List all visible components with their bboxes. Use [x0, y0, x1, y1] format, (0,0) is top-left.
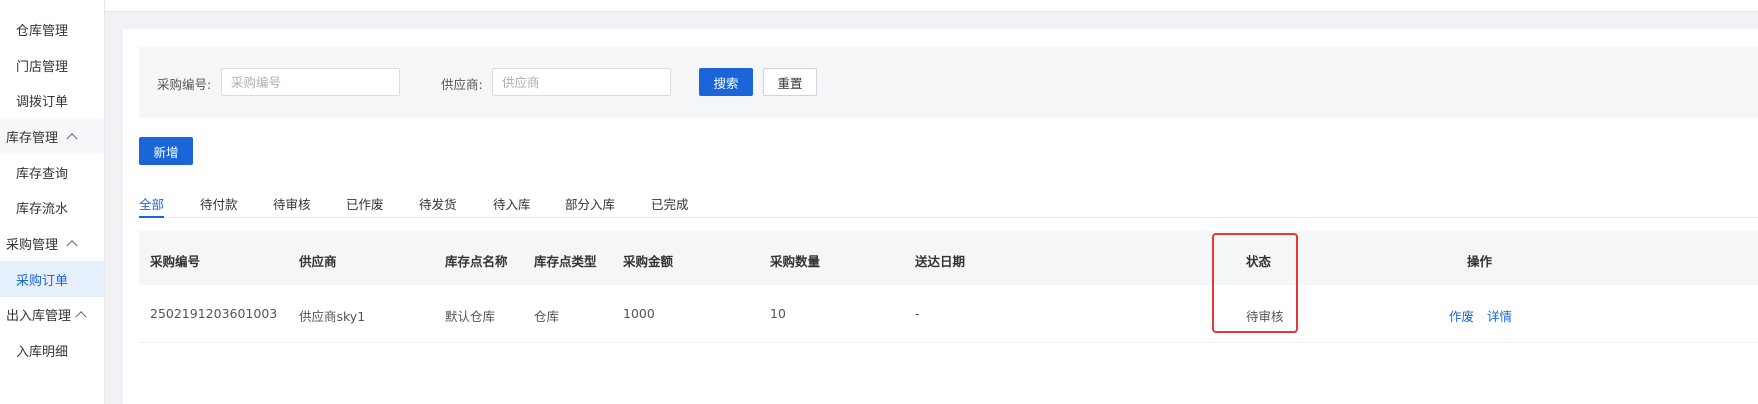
void-link[interactable]: 作废	[1449, 306, 1474, 325]
sidebar-group-label: 库存管理	[6, 130, 59, 146]
tab-all[interactable]: 全部	[139, 194, 165, 218]
column-header: 库存点类型	[534, 254, 597, 269]
tab-voided[interactable]: 已作废	[346, 194, 384, 216]
tab-partial-inbound[interactable]: 部分入库	[565, 194, 615, 216]
sidebar-group-stock-io[interactable]: 出入库管理	[0, 296, 104, 332]
tab-pending-review[interactable]: 待审核	[273, 194, 311, 216]
sidebar-item-inbound-detail[interactable]: 入库明细	[0, 332, 104, 368]
sidebar-item-label: 库存查询	[16, 166, 69, 182]
tab-pending-shipment[interactable]: 待发货	[419, 194, 457, 216]
status-tabs: 全部 待付款 待审核 已作废 待发货 待入库 部分入库 已完成	[139, 189, 1758, 218]
search-button[interactable]: 搜索	[699, 68, 753, 96]
cell-stock-point-name: 默认仓库	[445, 309, 496, 324]
sidebar-item-purchase-order[interactable]: 采购订单	[0, 261, 104, 297]
table-header: 采购编号 供应商 库存点名称 库存点类型 采购金额 采购数量 送达日期 状态 操…	[139, 231, 1758, 285]
status-badge: 待审核	[1246, 309, 1284, 324]
sidebar-item-label: 采购订单	[16, 273, 69, 289]
sidebar: 仓库管理 门店管理 调拨订单 库存管理 库存查询 库存流水 采购管理 采购订单 …	[0, 0, 105, 404]
detail-link[interactable]: 详情	[1487, 306, 1512, 325]
sidebar-item-warehouse[interactable]: 仓库管理	[0, 11, 104, 47]
cell-delivery-date: -	[915, 306, 920, 321]
sidebar-item-label: 入库明细	[16, 344, 69, 360]
purchase-no-label: 采购编号:	[157, 77, 212, 92]
cell-purchase-no: 2502191203601003	[150, 306, 278, 321]
column-header: 库存点名称	[445, 254, 508, 269]
column-header: 送达日期	[915, 254, 966, 269]
column-header: 操作	[1467, 254, 1493, 269]
supplier-label: 供应商:	[441, 77, 483, 92]
sidebar-item-label: 库存流水	[16, 201, 69, 217]
filter-bar: 采购编号: 供应商: 搜索 重置	[139, 47, 1758, 118]
cell-stock-point-type: 仓库	[534, 309, 560, 324]
sidebar-group-label: 出入库管理	[6, 308, 72, 324]
main-content: 采购编号: 供应商: 搜索 重置 新增 全部 待付款 待审核 已作废 待发货 待…	[123, 29, 1758, 404]
column-header: 采购金额	[623, 254, 674, 269]
cell-amount: 1000	[623, 306, 655, 321]
sidebar-item-inventory-query[interactable]: 库存查询	[0, 154, 104, 190]
sidebar-item-label: 门店管理	[16, 59, 69, 75]
tab-pending-payment[interactable]: 待付款	[200, 194, 238, 216]
tab-pending-inbound[interactable]: 待入库	[493, 194, 531, 216]
cell-supplier: 供应商sky1	[299, 309, 366, 324]
top-header-strip	[105, 0, 1758, 12]
chevron-up-icon	[75, 311, 87, 323]
sidebar-item-label: 仓库管理	[16, 23, 69, 39]
column-header: 状态	[1246, 254, 1272, 269]
column-header: 采购数量	[770, 254, 821, 269]
column-header: 采购编号	[150, 254, 201, 269]
chevron-up-icon	[66, 240, 78, 252]
tab-completed[interactable]: 已完成	[651, 194, 689, 216]
add-button[interactable]: 新增	[139, 137, 193, 165]
sidebar-item-label: 调拨订单	[16, 94, 69, 110]
sidebar-item-inventory-flow[interactable]: 库存流水	[0, 189, 104, 225]
cell-quantity: 10	[770, 306, 786, 321]
sidebar-group-label: 采购管理	[6, 237, 59, 253]
table-row: 2502191203601003 供应商sky1 默认仓库 仓库 1000 10…	[139, 285, 1758, 343]
reset-button[interactable]: 重置	[763, 68, 817, 96]
sidebar-item-store[interactable]: 门店管理	[0, 47, 104, 83]
purchase-no-input[interactable]	[221, 68, 400, 96]
chevron-up-icon	[66, 133, 78, 145]
supplier-input[interactable]	[492, 68, 671, 96]
column-header: 供应商	[299, 254, 337, 269]
sidebar-item-transfer-order[interactable]: 调拨订单	[0, 82, 104, 118]
sidebar-group-purchase[interactable]: 采购管理	[0, 225, 104, 261]
sidebar-group-inventory[interactable]: 库存管理	[0, 118, 104, 154]
